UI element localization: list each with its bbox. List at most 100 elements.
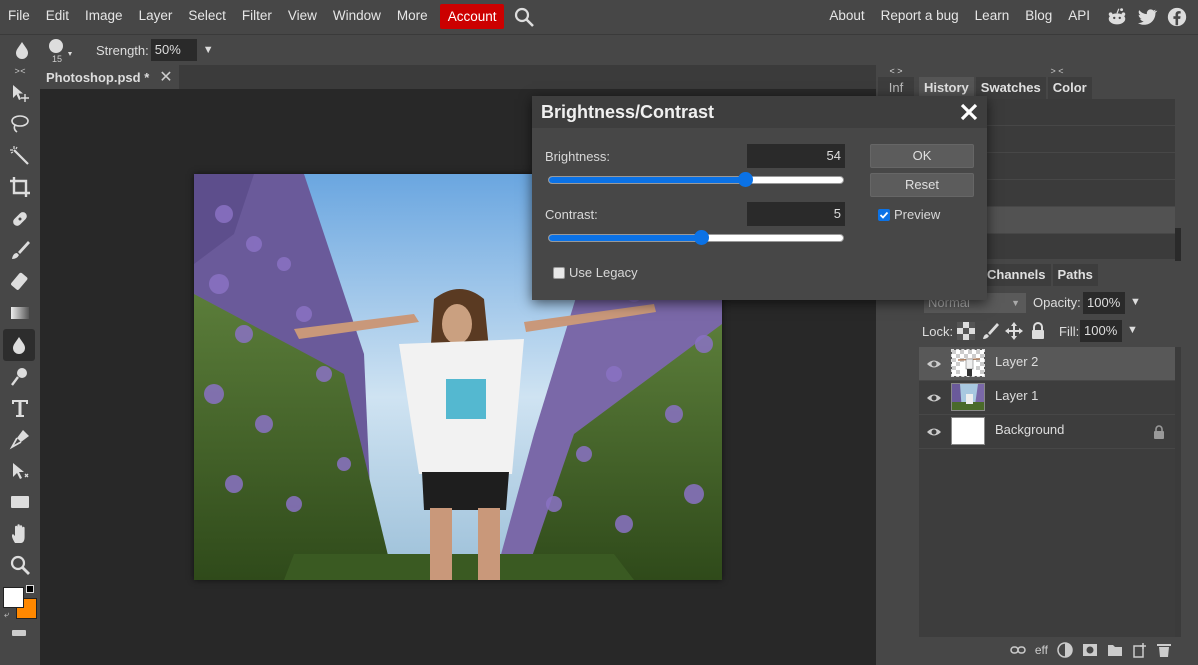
menu-report-bug[interactable]: Report a bug (873, 0, 967, 33)
new-layer-icon[interactable] (1132, 642, 1148, 658)
effects-button[interactable]: eff (1035, 643, 1048, 657)
opacity-input[interactable]: 100% (1083, 292, 1125, 314)
facebook-icon[interactable] (1166, 6, 1188, 28)
eye-icon[interactable] (926, 425, 942, 439)
preview-checkbox[interactable] (878, 209, 890, 221)
opacity-dropdown-arrow[interactable]: ▼ (1130, 296, 1141, 308)
brightness-slider[interactable] (548, 172, 844, 187)
twitter-icon[interactable] (1136, 6, 1158, 28)
search-icon[interactable] (512, 5, 536, 29)
close-icon[interactable] (957, 100, 981, 124)
layer-row[interactable]: Background (919, 415, 1175, 449)
menu-filter[interactable]: Filter (234, 0, 280, 33)
lock-pixels-icon[interactable] (980, 321, 1000, 341)
document-tab-bar: Photoshop.psd * ✕ (40, 65, 876, 89)
menu-about[interactable]: About (821, 0, 872, 33)
layer-row[interactable]: Layer 1 (919, 381, 1175, 415)
menu-bar: File Edit Image Layer Select Filter View… (0, 0, 1198, 33)
menu-image[interactable]: Image (77, 0, 131, 33)
menu-layer[interactable]: Layer (131, 0, 181, 33)
eye-icon[interactable] (926, 357, 942, 371)
reset-button[interactable]: Reset (870, 173, 974, 197)
contrast-slider-handle[interactable] (694, 230, 710, 245)
healing-tool[interactable] (0, 203, 39, 235)
quick-mask-icon[interactable] (12, 630, 26, 636)
brush-preset-picker[interactable]: 15 (46, 37, 76, 64)
lock-label: Lock: (922, 324, 954, 339)
gradient-tool[interactable] (0, 298, 39, 330)
eraser-icon (10, 272, 27, 290)
menu-window[interactable]: Window (325, 0, 389, 33)
menu-file[interactable]: File (0, 0, 38, 33)
brightness-slider-handle[interactable] (738, 172, 754, 187)
move-tool[interactable] (0, 77, 39, 109)
dialog-title-bar[interactable]: Brightness/Contrast (532, 96, 987, 128)
document-tab[interactable]: Photoshop.psd * ✕ (40, 65, 179, 89)
menu-learn[interactable]: Learn (967, 0, 1018, 33)
lock-all-icon[interactable] (1028, 321, 1048, 341)
tool-panel: > < ⤶ (0, 65, 39, 665)
lasso-tool[interactable] (0, 109, 39, 141)
eye-icon[interactable] (926, 391, 942, 405)
fill-input[interactable]: 100% (1080, 320, 1122, 342)
contrast-slider[interactable] (548, 230, 844, 245)
ok-button[interactable]: OK (870, 144, 974, 168)
strength-label: Strength: (96, 42, 149, 58)
adjustment-layer-icon[interactable] (1057, 642, 1073, 658)
gradient-icon (10, 307, 29, 320)
blur-tool[interactable] (3, 329, 35, 361)
toolbar-collapse-icon[interactable]: > < (0, 65, 39, 77)
lock-transparency-icon[interactable] (956, 321, 976, 341)
menu-edit[interactable]: Edit (38, 0, 77, 33)
foreground-color-swatch[interactable] (3, 587, 24, 608)
close-tab-icon[interactable]: ✕ (159, 67, 172, 87)
path-select-tool[interactable] (0, 455, 39, 487)
swap-colors-icon[interactable]: ⤶ (4, 609, 9, 620)
hand-tool[interactable] (0, 518, 39, 550)
crop-tool[interactable] (0, 172, 39, 204)
type-tool[interactable] (0, 392, 39, 424)
lock-position-icon[interactable] (1004, 321, 1024, 341)
menu-select[interactable]: Select (180, 0, 234, 33)
tab-color[interactable]: Color (1047, 77, 1092, 99)
eraser-tool[interactable] (0, 266, 39, 298)
magic-wand-tool[interactable] (0, 140, 39, 172)
lock-options (956, 321, 1048, 341)
zoom-tool[interactable] (0, 550, 39, 582)
hand-icon (11, 524, 25, 543)
strength-dropdown-arrow[interactable]: ▼ (203, 44, 214, 56)
brush-icon (11, 241, 30, 260)
history-scrollbar[interactable] (1175, 228, 1181, 261)
brightness-input[interactable]: 54 (747, 144, 845, 168)
expand-panel-icon[interactable]: < > (876, 65, 916, 77)
color-swatches[interactable]: ⤶ (3, 585, 39, 625)
brush-tool[interactable] (0, 235, 39, 267)
use-legacy-checkbox[interactable] (553, 267, 565, 279)
blur-tool-icon (16, 42, 28, 59)
mask-icon[interactable] (1082, 643, 1098, 657)
trash-icon[interactable] (1157, 642, 1171, 658)
shape-tool[interactable] (0, 487, 39, 519)
folder-icon[interactable] (1107, 643, 1123, 657)
account-button[interactable]: Account (439, 4, 505, 29)
reddit-icon[interactable] (1106, 6, 1128, 28)
dodge-tool[interactable] (0, 361, 39, 393)
menu-view[interactable]: View (280, 0, 325, 33)
panel-collapse-icon[interactable]: > < (916, 65, 1198, 77)
layers-scrollbar[interactable] (1175, 347, 1181, 637)
pen-tool[interactable] (0, 424, 39, 456)
default-colors-icon[interactable] (26, 585, 34, 593)
contrast-slider-fill (549, 235, 702, 241)
link-icon[interactable] (1010, 645, 1026, 655)
strength-input[interactable]: 50% (150, 39, 197, 61)
contrast-input[interactable]: 5 (747, 202, 845, 226)
menu-more[interactable]: More (389, 0, 436, 33)
layer-thumbnail (951, 383, 985, 411)
layer-row[interactable]: Layer 2 (919, 347, 1175, 381)
menu-api[interactable]: API (1060, 0, 1098, 33)
menu-blog[interactable]: Blog (1017, 0, 1060, 33)
tab-paths[interactable]: Paths (1052, 264, 1098, 286)
opacity-label: Opacity: (1033, 295, 1081, 310)
fill-dropdown-arrow[interactable]: ▼ (1127, 324, 1138, 336)
path-select-icon (12, 462, 28, 479)
